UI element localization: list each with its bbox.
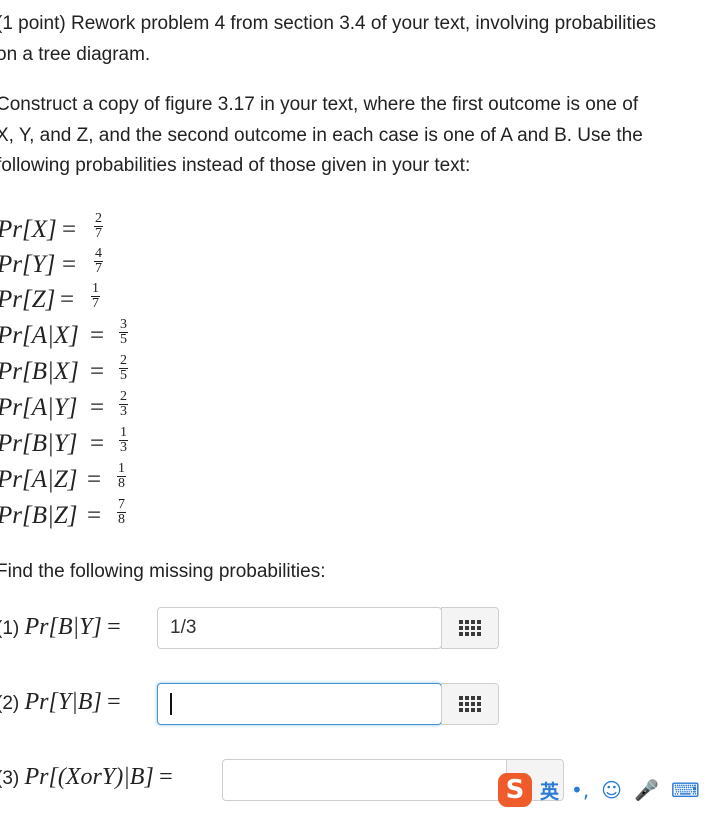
question-1-label: (1) Pr[B|Y] = xyxy=(0,614,121,641)
equals-sign: = xyxy=(90,322,105,349)
ime-logo-icon[interactable]: S xyxy=(498,773,532,807)
ime-toolbar: S 英 •, ☺ 🎤 ⌨ xyxy=(498,765,724,815)
fraction-numerator: 1 xyxy=(91,281,100,297)
prob-lhs: Pr[B|X] xyxy=(0,358,79,385)
question-expression: Pr[(XorY)|B] xyxy=(24,764,154,790)
prob-lhs: Pr[B|Y] xyxy=(0,430,78,457)
equals-sign: = xyxy=(107,689,121,715)
instructions-line-1: Construct a copy of figure 3.17 in your … xyxy=(0,94,639,115)
fraction-denominator: 8 xyxy=(118,476,125,491)
prob-fraction: 47 xyxy=(94,247,103,276)
prob-fraction: 17 xyxy=(91,282,100,311)
ime-emoji-icon[interactable]: ☺ xyxy=(601,778,622,802)
ime-punctuation-icon[interactable]: •, xyxy=(571,778,589,802)
answer-1-input[interactable]: 1/3 xyxy=(157,607,442,649)
prob-lhs: Pr[B|Z] xyxy=(0,502,78,529)
intro-line-1: (1 point) Rework problem 4 from section … xyxy=(0,13,657,34)
text-caret xyxy=(170,692,172,715)
equals-sign: = xyxy=(90,430,105,457)
prob-fraction: 25 xyxy=(119,354,128,383)
fraction-numerator: 4 xyxy=(94,246,103,262)
fraction-numerator: 3 xyxy=(119,317,128,333)
equals-sign: = xyxy=(159,764,173,790)
fraction-numerator: 2 xyxy=(94,211,103,227)
prob-lhs: Pr[Y] xyxy=(0,251,56,278)
answer-1-value: 1/3 xyxy=(170,617,197,638)
find-prompt: Find the following missing probabilities… xyxy=(0,561,326,582)
prob-fraction: 13 xyxy=(119,426,128,455)
fraction-numerator: 7 xyxy=(117,497,126,513)
question-number: (3) xyxy=(0,768,20,789)
answer-2-input[interactable] xyxy=(157,683,442,725)
instructions-line-2: X, Y, and Z, and the second outcome in e… xyxy=(0,125,643,146)
prob-fraction: 23 xyxy=(119,390,128,419)
equals-sign: = xyxy=(62,216,77,243)
fraction-numerator: 2 xyxy=(119,389,128,405)
fraction-numerator: 2 xyxy=(119,353,128,369)
ime-keyboard-icon[interactable]: ⌨ xyxy=(671,778,700,802)
fraction-numerator: 1 xyxy=(119,425,128,441)
equals-sign: = xyxy=(60,286,75,313)
question-expression: Pr[Y|B] xyxy=(24,689,102,715)
fraction-denominator: 3 xyxy=(120,404,127,419)
ime-language-toggle[interactable]: 英 xyxy=(540,777,559,804)
fraction-denominator: 8 xyxy=(118,512,125,527)
fraction-numerator: 1 xyxy=(117,461,126,477)
prob-fraction: 35 xyxy=(119,318,128,347)
prob-fraction: 18 xyxy=(117,462,126,491)
prob-lhs: Pr[X] xyxy=(0,216,57,243)
prob-lhs: Pr[Z] xyxy=(0,286,56,313)
prob-lhs: Pr[A|Z] xyxy=(0,466,78,493)
equals-sign: = xyxy=(107,614,121,640)
keypad-icon xyxy=(459,696,481,712)
question-2-label: (2) Pr[Y|B] = xyxy=(0,689,121,716)
fraction-denominator: 7 xyxy=(95,261,102,276)
fraction-denominator: 7 xyxy=(92,296,99,311)
equals-sign: = xyxy=(87,502,102,529)
prob-lhs: Pr[A|Y] xyxy=(0,394,78,421)
question-number: (1) xyxy=(0,618,20,639)
fraction-denominator: 5 xyxy=(120,332,127,347)
prob-fraction: 78 xyxy=(117,498,126,527)
answer-3-input[interactable] xyxy=(222,759,512,801)
keypad-icon xyxy=(459,620,481,636)
fraction-denominator: 5 xyxy=(120,368,127,383)
answer-2-palette-button[interactable] xyxy=(441,683,499,725)
ime-microphone-icon[interactable]: 🎤 xyxy=(634,778,659,802)
prob-fraction: 27 xyxy=(94,212,103,241)
equals-sign: = xyxy=(87,466,102,493)
answer-1-palette-button[interactable] xyxy=(441,607,499,649)
question-3-label: (3) Pr[(XorY)|B] = xyxy=(0,764,173,791)
intro-line-2: on a tree diagram. xyxy=(0,44,151,65)
fraction-denominator: 3 xyxy=(120,440,127,455)
question-number: (2) xyxy=(0,693,20,714)
fraction-denominator: 7 xyxy=(95,226,102,241)
instructions-line-3: following probabilities instead of those… xyxy=(0,155,471,176)
equals-sign: = xyxy=(62,251,77,278)
equals-sign: = xyxy=(90,394,105,421)
prob-lhs: Pr[A|X] xyxy=(0,322,79,349)
equals-sign: = xyxy=(90,358,105,385)
question-expression: Pr[B|Y] xyxy=(24,614,102,640)
